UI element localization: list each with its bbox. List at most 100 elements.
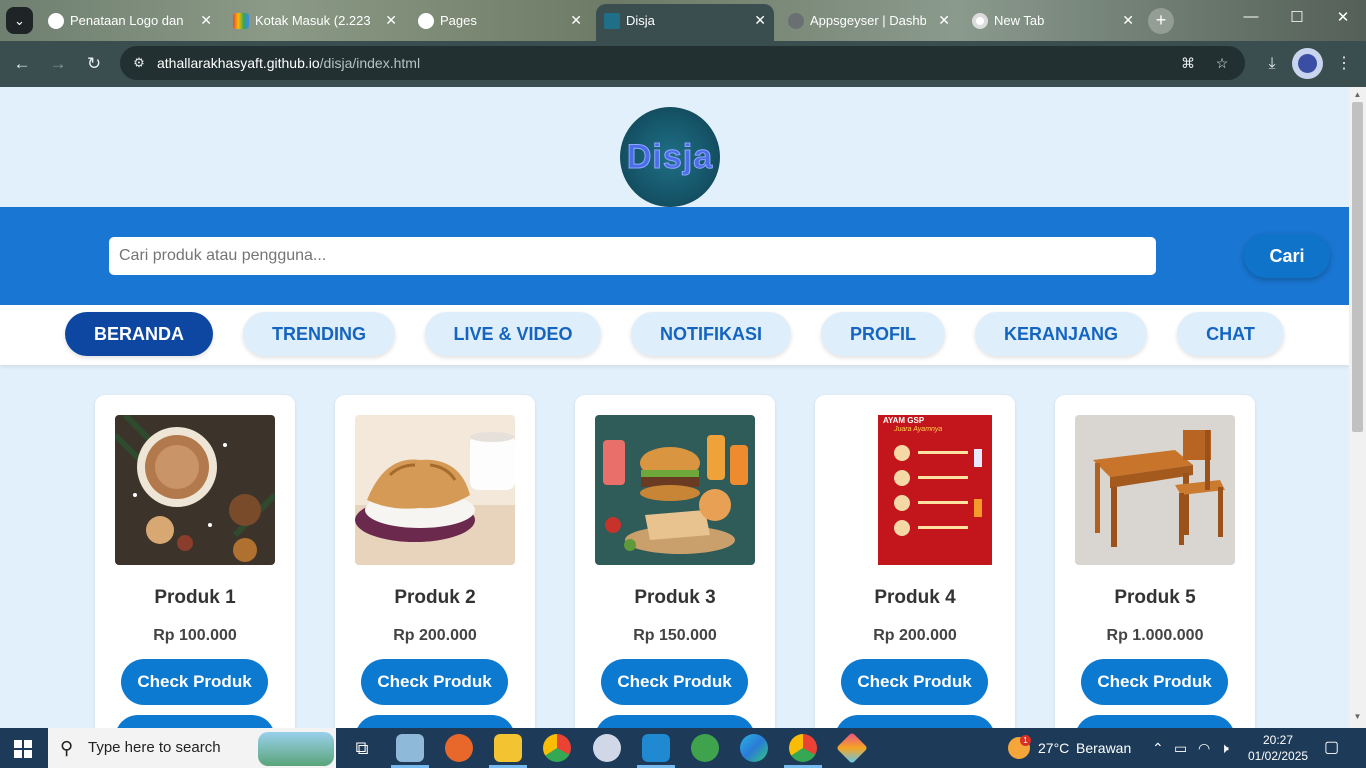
product-name: Produk 4 [874,587,956,608]
check-produk-button[interactable]: Check Produk [361,659,508,705]
gmail-icon [233,13,249,29]
edge-icon[interactable] [740,734,768,762]
notepad-icon[interactable] [396,734,424,762]
menu-poster: AYAM GSP Juara Ayamnya [878,415,992,565]
check-produk-button[interactable]: Check Produk [121,659,268,705]
product-price: Rp 200.000 [873,627,957,644]
bookmark-star-icon[interactable]: ☆ [1212,54,1232,72]
nav-notifikasi[interactable]: NOTIFIKASI [631,312,791,356]
nav-live-video[interactable]: LIVE & VIDEO [425,312,601,356]
page-scrollbar[interactable]: ▲ ▼ [1349,87,1366,728]
close-icon[interactable]: ✕ [570,6,582,35]
new-tab-button[interactable]: + [1148,8,1174,34]
scroll-up-icon[interactable]: ▲ [1353,90,1362,99]
github-icon [418,13,434,29]
search-input[interactable] [109,237,1156,275]
tab-search-chevron-icon[interactable]: ⌄ [6,7,33,34]
product-price: Rp 200.000 [393,627,477,644]
weather-temp[interactable]: 27°C [1038,728,1069,768]
address-bar[interactable]: ⚙ athallarakhasyaft.github.io/disja/inde… [120,46,1245,80]
task-view-icon[interactable]: ⧉ [348,734,376,762]
chrome-icon[interactable] [543,734,571,762]
firefox-icon[interactable] [445,734,473,762]
chrome-active-icon[interactable] [789,734,817,762]
main-nav: BERANDA TRENDING LIVE & VIDEO NOTIFIKASI… [0,305,1349,365]
close-icon[interactable]: ✕ [200,6,212,35]
tab-kotak-masuk[interactable]: Kotak Masuk (2.223) ✕ [225,6,405,35]
tray-chevron-icon[interactable]: ⌃ [1152,728,1164,768]
check-produk-button[interactable]: Check Produk [601,659,748,705]
tab-penataan-logo[interactable]: Penataan Logo dan Te ✕ [40,6,220,35]
search-icon: ⚲ [60,738,74,758]
wifi-icon[interactable]: ◠ [1198,728,1210,768]
secondary-button[interactable] [835,715,995,728]
scroll-down-icon[interactable]: ▼ [1353,712,1362,721]
wooden-desk-chair-image[interactable] [1075,415,1235,565]
tab-label: Appsgeyser | Dashbo [810,13,926,28]
nav-keranjang[interactable]: KERANJANG [975,312,1147,356]
secondary-button[interactable] [1075,715,1235,728]
nav-chat[interactable]: CHAT [1177,312,1284,356]
tab-new-tab[interactable]: New Tab ✕ [964,6,1142,35]
nav-trending[interactable]: TRENDING [243,312,395,356]
check-produk-button[interactable]: Check Produk [1081,659,1228,705]
back-icon[interactable]: ← [10,52,34,76]
windows-start-icon[interactable] [14,740,32,758]
close-icon[interactable]: ✕ [385,6,397,35]
taskbar-search[interactable]: ⚲ Type here to search [48,728,336,768]
product-name: Produk 1 [154,587,236,608]
vscode-icon[interactable] [642,734,670,762]
reload-icon[interactable]: ↻ [82,52,106,76]
scroll-thumb[interactable] [1352,102,1363,432]
browser-toolbar: ← → ↻ ⚙ athallarakhasyaft.github.io/disj… [0,41,1366,87]
clock-time: 20:27 [1262,733,1294,747]
minimize-icon[interactable]: — [1236,8,1266,25]
weather-text[interactable]: Berawan [1076,728,1131,768]
weather-badge: 1 [1020,735,1031,746]
nav-profil[interactable]: PROFIL [821,312,945,356]
tab-appsgeyser[interactable]: Appsgeyser | Dashbo ✕ [780,6,958,35]
taskbar-clock[interactable]: 20:27 01/02/2025 [1248,732,1308,764]
disja-logo[interactable]: Disja [620,107,720,207]
disja-icon [604,13,620,29]
git-app-icon[interactable] [836,732,868,764]
clock-date: 01/02/2025 [1248,749,1309,763]
menu-kebab-icon[interactable]: ⋮ [1332,52,1356,76]
tab-label: Pages [440,13,477,28]
maximize-icon[interactable]: ☐ [1282,8,1312,26]
translate-icon[interactable]: ⌘ [1178,54,1198,72]
url-text[interactable]: athallarakhasyaft.github.io/disja/index.… [157,46,420,80]
tab-disja[interactable]: Disja ✕ [596,4,774,41]
poster-title: AYAM GSP [883,416,925,425]
tab-pages[interactable]: Pages ✕ [410,6,590,35]
green-app-icon[interactable] [691,734,719,762]
battery-icon[interactable]: ▭ [1174,728,1187,768]
forward-icon[interactable]: → [46,52,70,76]
close-icon[interactable]: ✕ [754,4,766,37]
notification-center-icon[interactable]: ▢ [1324,728,1339,768]
coffee-cookies-image[interactable] [115,415,275,565]
product-name: Produk 5 [1114,587,1196,608]
appsgeyser-icon [788,13,804,29]
product-price: Rp 100.000 [153,627,237,644]
close-icon[interactable]: ✕ [938,6,950,35]
search-button[interactable]: Cari [1244,234,1330,278]
site-info-icon[interactable]: ⚙ [130,54,148,72]
web-page: Disja Cari BERANDA TRENDING LIVE & VIDEO… [0,87,1349,728]
croissant-image[interactable] [355,415,515,565]
paint-icon[interactable] [593,734,621,762]
burger-spread-image[interactable] [595,415,755,565]
taskbar-search-text: Type here to search [88,739,221,756]
nav-beranda[interactable]: BERANDA [65,312,213,356]
check-produk-button[interactable]: Check Produk [841,659,988,705]
download-icon[interactable]: ⤓ [1260,52,1284,76]
volume-icon[interactable]: 🕨 [1220,728,1229,768]
window-close-icon[interactable]: ✕ [1328,8,1358,26]
secondary-button[interactable] [115,715,275,728]
secondary-button[interactable] [595,715,755,728]
secondary-button[interactable] [355,715,515,728]
file-explorer-icon[interactable] [494,734,522,762]
ayam-gsp-menu-image[interactable]: AYAM GSP Juara Ayamnya [835,415,995,565]
close-icon[interactable]: ✕ [1122,6,1134,35]
profile-avatar[interactable] [1292,48,1323,79]
